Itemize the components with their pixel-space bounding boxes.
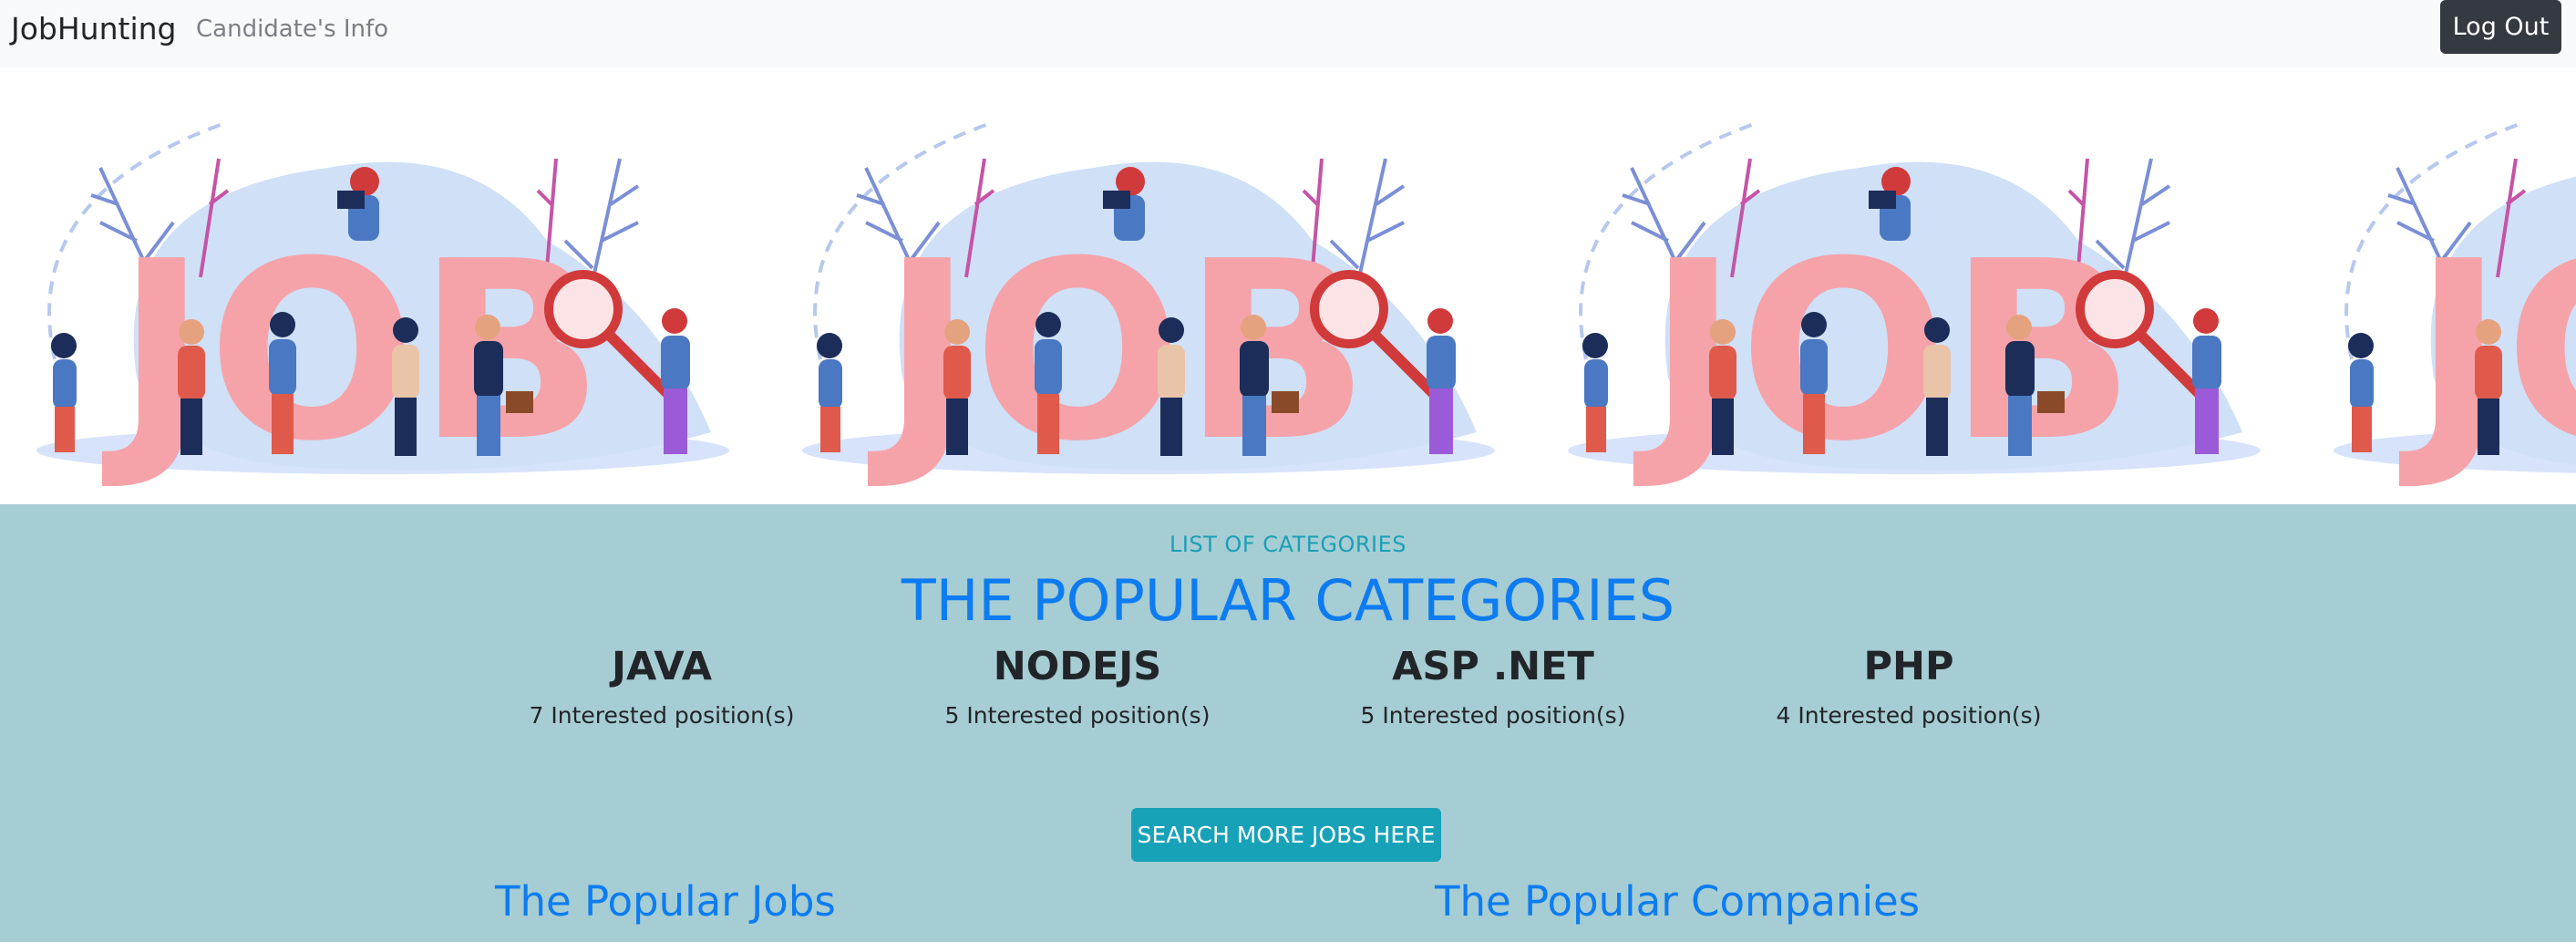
nav-link-candidate-info[interactable]: Candidate's Info (196, 15, 388, 44)
section-eyebrow: LIST OF CATEGORIES (1169, 532, 1407, 557)
section-title: THE POPULAR CATEGORIES (901, 567, 1675, 634)
category-card-aspnet[interactable]: ASP .NET 5 Interested position(s) (1285, 643, 1701, 730)
svg-text:JOB: JOB (100, 208, 604, 487)
popular-companies-heading: The Popular Companies (1435, 877, 1921, 926)
category-count: 7 Interested position(s) (529, 702, 795, 729)
job-illustration: JOB (2334, 120, 2576, 487)
category-count: 4 Interested position(s) (1776, 702, 2042, 729)
categories-section: LIST OF CATEGORIES THE POPULAR CATEGORIE… (0, 504, 2576, 942)
popular-jobs-heading: The Popular Jobs (495, 877, 836, 926)
category-name: ASP .NET (1392, 644, 1594, 689)
job-illustration: JOB (802, 120, 1495, 487)
brand-link[interactable]: JobHunting (11, 11, 176, 47)
job-illustration: JOB (1568, 120, 2261, 487)
category-card-php[interactable]: PHP 4 Interested position(s) (1701, 643, 2117, 730)
category-name: JAVA (612, 644, 712, 689)
svg-text:JOB: JOB (866, 208, 1370, 487)
svg-text:JOB: JOB (1632, 208, 2136, 487)
category-name: PHP (1863, 644, 1954, 689)
category-name: NODEJS (993, 644, 1162, 689)
search-more-jobs-button[interactable]: SEARCH MORE JOBS HERE (1131, 808, 1441, 862)
category-count: 5 Interested position(s) (1360, 702, 1626, 729)
category-card-java[interactable]: JAVA 7 Interested position(s) (454, 643, 870, 730)
navbar: JobHunting Candidate's Info Log Out (0, 0, 2576, 67)
banner-carousel: JOB JOB JOB J (0, 67, 2576, 504)
category-card-nodejs[interactable]: NODEJS 5 Interested position(s) (870, 643, 1285, 730)
category-count: 5 Interested position(s) (944, 702, 1211, 729)
logout-button[interactable]: Log Out (2440, 0, 2561, 54)
job-illustration: JOB (36, 120, 729, 487)
